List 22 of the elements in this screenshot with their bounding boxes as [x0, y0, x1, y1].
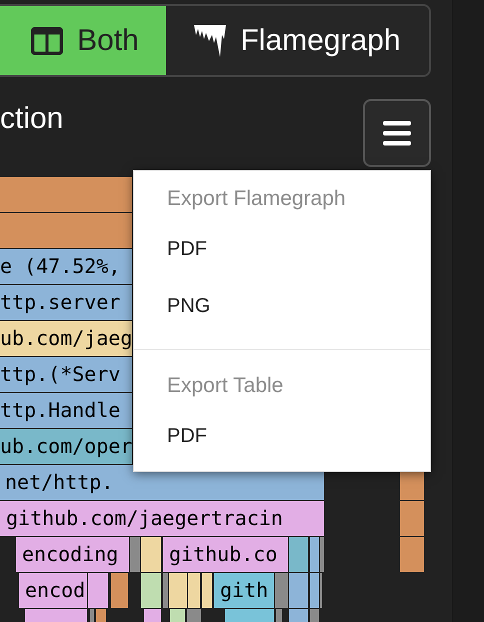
flame-frame[interactable]: encod	[19, 573, 87, 608]
flame-frame[interactable]: ttp.Handle	[0, 393, 132, 428]
flame-frame[interactable]: ub.com/jaeg	[0, 321, 132, 356]
menu-heading: Export Flamegraph	[166, 186, 347, 212]
flame-frame[interactable]: github.co	[163, 537, 288, 572]
flame-frame[interactable]: ttp.server	[0, 285, 132, 320]
flame-frame[interactable]: ub.com/oper	[0, 429, 132, 464]
columns-icon	[31, 26, 64, 54]
icicle-icon	[194, 24, 226, 56]
menu-button[interactable]	[363, 99, 431, 167]
menu-item[interactable]: PDF	[134, 221, 430, 278]
section-title: ction	[0, 104, 64, 134]
menu-heading: Export Table	[166, 373, 284, 399]
view-tab[interactable]: Both	[0, 6, 166, 75]
flame-frame[interactable]: e (47.52%,	[0, 249, 132, 284]
flame-frame[interactable]: encoding	[16, 537, 129, 572]
flame-frame[interactable]: ttp.(*Serv	[0, 357, 132, 392]
menu-item[interactable]: PDF	[134, 408, 430, 465]
flame-frame[interactable]: gith	[214, 573, 274, 608]
menu-icon	[383, 120, 411, 146]
menu-item[interactable]: PNG	[134, 278, 430, 335]
flame-frame[interactable]: github.com/jaegertracin	[0, 501, 324, 536]
